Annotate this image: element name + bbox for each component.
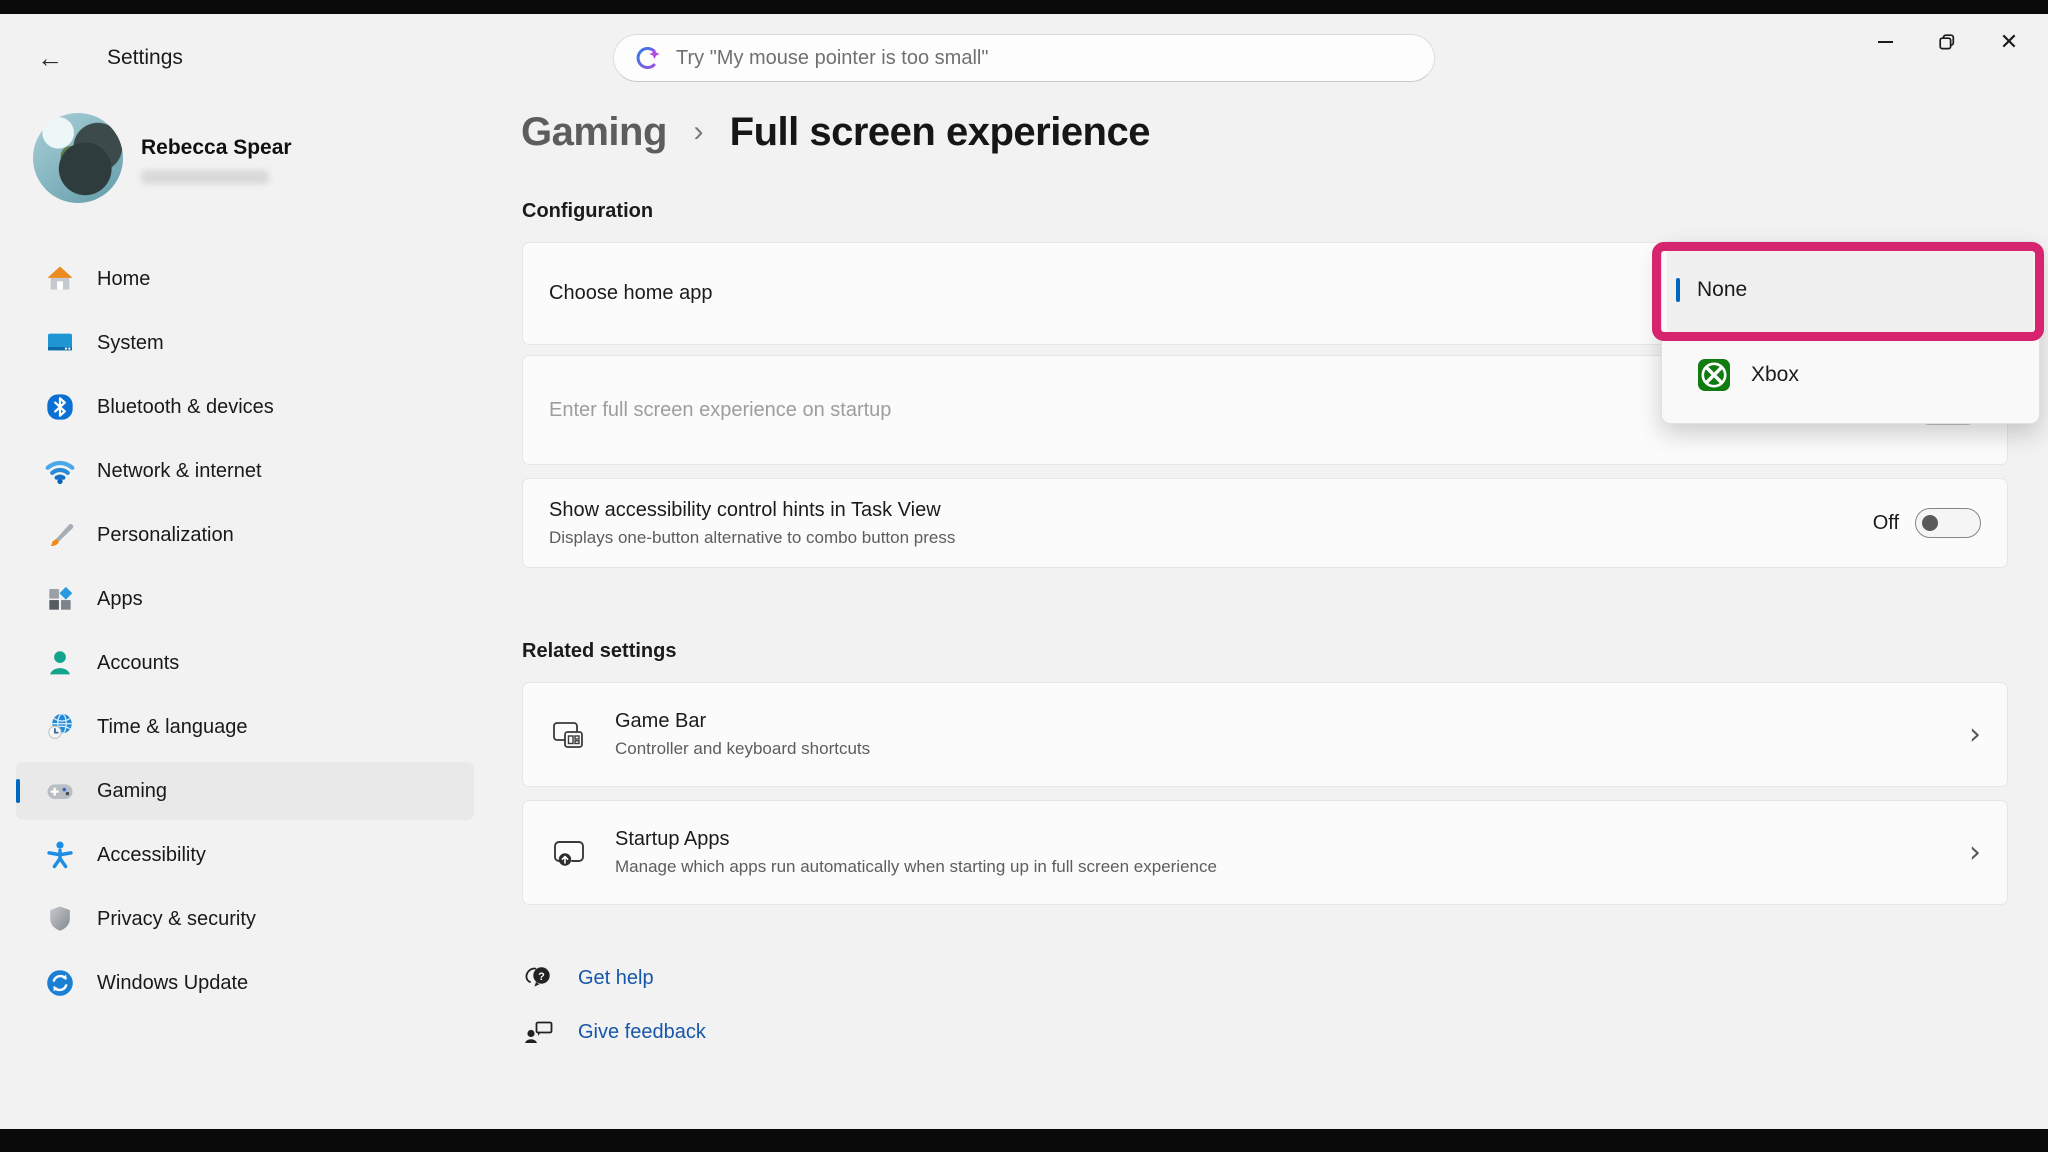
sidebar-item-system[interactable]: Bluetooth & devices System — [16, 314, 474, 372]
game-bar-title: Game Bar — [615, 710, 870, 733]
close-icon: ✕ — [2000, 31, 2018, 53]
window-controls: ✕ — [1854, 20, 2040, 64]
related-settings-title: Related settings — [522, 640, 676, 663]
sidebar-item-accessibility[interactable]: Accessibility — [16, 826, 474, 884]
back-button[interactable]: ← — [30, 40, 70, 76]
toggle-knob — [1922, 515, 1938, 531]
accessibility-hints-row: Show accessibility control hints in Task… — [522, 478, 2008, 568]
selected-indicator — [1676, 278, 1680, 302]
copilot-icon — [632, 43, 662, 73]
configuration-section-title: Configuration — [522, 200, 653, 223]
sidebar-item-time-language[interactable]: Time & language — [16, 698, 474, 756]
avatar[interactable] — [33, 113, 123, 203]
give-feedback-link[interactable]: Give feedback — [522, 1012, 706, 1052]
game-bar-description: Controller and keyboard shortcuts — [615, 739, 870, 759]
game-bar-icon — [549, 715, 589, 755]
breadcrumb-gaming[interactable]: Gaming — [521, 110, 667, 154]
time-language-icon — [44, 711, 76, 743]
network-icon — [44, 455, 76, 487]
dropdown-option-xbox[interactable]: Xbox — [1667, 333, 2034, 419]
sidebar-item-windows-update[interactable]: Windows Update — [16, 954, 474, 1012]
restore-icon — [1937, 32, 1957, 52]
top-letterbox-bar — [0, 0, 2048, 14]
gaming-icon — [44, 775, 76, 807]
selected-indicator — [16, 779, 20, 803]
accounts-icon — [44, 647, 76, 679]
get-help-icon: ? — [522, 961, 556, 995]
bluetooth-icon — [44, 391, 76, 423]
app-title: Settings — [107, 46, 183, 70]
restore-button[interactable] — [1916, 20, 1978, 64]
breadcrumb: Gaming › Full screen experience — [521, 110, 1150, 155]
give-feedback-label: Give feedback — [578, 1021, 706, 1044]
sidebar-item-personalization[interactable]: Personalization — [16, 506, 474, 564]
sidebar-item-bluetooth-devices[interactable]: Bluetooth & devices — [16, 378, 474, 436]
get-help-label: Get help — [578, 967, 654, 990]
chevron-right-icon: › — [1969, 717, 1981, 752]
startup-apps-description: Manage which apps run automatically when… — [615, 857, 1217, 877]
sidebar-item-accounts[interactable]: Accounts — [16, 634, 474, 692]
svg-text:?: ? — [538, 971, 545, 983]
bottom-letterbox-bar — [0, 1129, 2048, 1152]
personalization-icon — [44, 519, 76, 551]
chevron-right-icon: › — [1969, 835, 1981, 870]
sidebar-item-network-internet[interactable]: Network & internet — [16, 442, 474, 500]
sidebar-item-home[interactable]: Home — [16, 250, 474, 308]
search-input[interactable] — [676, 47, 1416, 70]
game-bar-row[interactable]: Game Bar Controller and keyboard shortcu… — [522, 682, 2008, 787]
accessibility-icon — [44, 839, 76, 871]
minimize-button[interactable] — [1854, 20, 1916, 64]
choose-home-app-label: Choose home app — [549, 282, 712, 305]
minimize-icon — [1878, 41, 1893, 43]
profile-subtitle-redacted — [141, 170, 269, 184]
toggle-state-label: Off — [1873, 512, 1899, 535]
system-icon — [44, 327, 76, 359]
sidebar-item-privacy-security[interactable]: Privacy & security — [16, 890, 474, 948]
startup-apps-title: Startup Apps — [615, 828, 1217, 851]
privacy-icon — [44, 903, 76, 935]
apps-icon — [44, 583, 76, 615]
accessibility-hints-description: Displays one-button alternative to combo… — [549, 528, 955, 548]
xbox-logo-icon — [1697, 358, 1731, 392]
home-app-dropdown-flyout: None Xbox — [1661, 241, 2040, 424]
accessibility-hints-title: Show accessibility control hints in Task… — [549, 499, 955, 522]
startup-apps-row[interactable]: Startup Apps Manage which apps run autom… — [522, 800, 2008, 905]
sidebar-item-gaming[interactable]: Gaming — [16, 762, 474, 820]
settings-window: ← Settings ✕ Rebecca Spear — [0, 0, 2048, 1152]
sidebar-item-apps[interactable]: Apps — [16, 570, 474, 628]
get-help-link[interactable]: ? Get help — [522, 958, 654, 998]
breadcrumb-separator-icon: › — [678, 115, 720, 148]
page-title: Full screen experience — [730, 110, 1150, 154]
dropdown-option-none[interactable]: None — [1667, 247, 2034, 333]
profile-name: Rebecca Spear — [141, 136, 292, 160]
give-feedback-icon — [522, 1015, 556, 1049]
startup-apps-icon — [549, 833, 589, 873]
close-button[interactable]: ✕ — [1978, 20, 2040, 64]
startup-experience-label: Enter full screen experience on startup — [549, 399, 891, 422]
accessibility-hints-toggle[interactable] — [1915, 508, 1981, 538]
windows-update-icon — [44, 967, 76, 999]
search-box[interactable] — [613, 34, 1435, 82]
home-icon — [44, 263, 76, 295]
